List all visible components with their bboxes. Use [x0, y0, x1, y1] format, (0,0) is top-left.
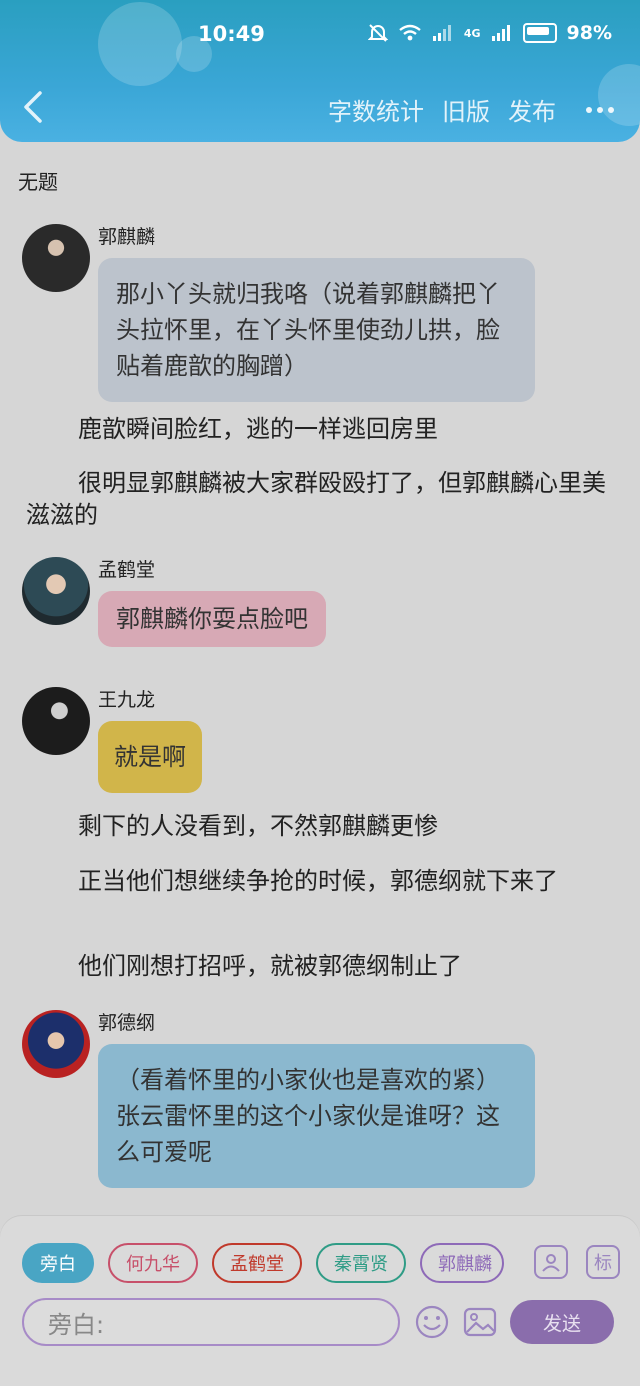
role-chip-guo-qilin[interactable]: 郭麒麟 — [420, 1243, 504, 1283]
role-chip-narration[interactable]: 旁白 — [22, 1243, 94, 1283]
message-bubble[interactable]: 那小丫头就归我咯（说着郭麒麟把丫头拉怀里，在丫头怀里使劲儿拱，脸贴着鹿歆的胸蹭） — [98, 258, 535, 402]
battery-icon — [522, 23, 557, 43]
status-time: 10:49 — [198, 22, 265, 46]
speaker-name: 郭德纲 — [98, 1012, 156, 1034]
speaker-name: 郭麒麟 — [98, 226, 156, 248]
narration-text[interactable]: 正当他们想继续争抢的时候，郭德纲就下来了 — [26, 865, 616, 897]
wifi-icon — [399, 24, 421, 41]
character-manage-icon[interactable] — [534, 1245, 568, 1279]
header-actions: 字数统计 旧版 发布 — [328, 92, 614, 127]
document-title[interactable]: 无题 — [18, 166, 58, 195]
mute-notification-icon — [367, 24, 388, 42]
narration-text[interactable]: 剩下的人没看到，不然郭麒麟更惨 — [26, 810, 616, 842]
avatar[interactable] — [22, 1010, 90, 1078]
back-arrow-icon[interactable] — [22, 90, 44, 124]
role-chip-meng-hetang[interactable]: 孟鹤堂 — [212, 1243, 302, 1283]
message-bubble[interactable]: 就是啊 — [98, 721, 202, 793]
avatar[interactable] — [22, 557, 90, 625]
status-bar-right: 4G 98% — [367, 22, 612, 44]
decorative-bubble — [98, 2, 182, 86]
role-chip-he-jiuhua[interactable]: 何九华 — [108, 1243, 198, 1283]
speaker-name: 王九龙 — [98, 689, 156, 711]
send-button[interactable]: 发送 — [510, 1300, 614, 1344]
role-chips: 旁白 何九华 孟鹤堂 秦霄贤 郭麒麟 — [22, 1243, 504, 1283]
avatar[interactable] — [22, 687, 90, 755]
tag-button[interactable]: 标 — [586, 1245, 620, 1279]
network-type: 4G — [463, 26, 481, 40]
top-header: 10:49 4G 98% 字数统计 旧版 发布 — [0, 0, 640, 142]
message-bubble[interactable]: （看着怀里的小家伙也是喜欢的紧）张云雷怀里的这个小家伙是谁呀？这么可爱呢 — [98, 1044, 535, 1188]
signal-icon — [432, 25, 451, 41]
emoji-icon[interactable] — [414, 1304, 450, 1340]
role-chip-qin-xiaoxian[interactable]: 秦霄贤 — [316, 1243, 406, 1283]
speaker-name: 孟鹤堂 — [98, 559, 156, 581]
narration-text[interactable]: 鹿歆瞬间脸红，逃的一样逃回房里 — [26, 413, 616, 445]
more-options-icon[interactable] — [586, 106, 614, 113]
battery-percent: 98% — [566, 22, 612, 44]
narration-text[interactable]: 很明显郭麒麟被大家群殴殴打了，但郭麒麟心里美滋滋的 — [26, 467, 616, 531]
message-bubble[interactable]: 郭麒麟你耍点脸吧 — [98, 591, 326, 647]
person-icon — [542, 1254, 560, 1272]
narration-text[interactable]: 他们刚想打招呼，就被郭德纲制止了 — [26, 950, 616, 982]
old-version-button[interactable]: 旧版 — [442, 92, 490, 127]
signal-icon-2 — [491, 25, 510, 41]
message-input[interactable]: 旁白: — [22, 1298, 400, 1346]
publish-button[interactable]: 发布 — [508, 92, 556, 127]
image-icon[interactable] — [462, 1304, 498, 1340]
avatar[interactable] — [22, 224, 90, 292]
word-count-button[interactable]: 字数统计 — [328, 92, 424, 127]
